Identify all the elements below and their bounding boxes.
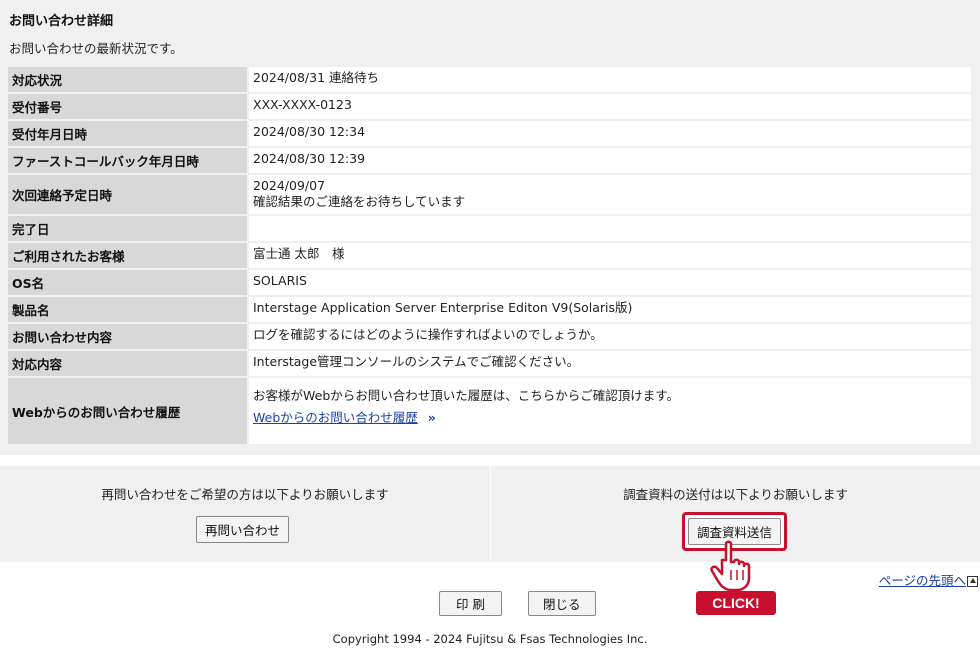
row-value-received-at: 2024/08/30 12:34 — [249, 121, 971, 146]
arrow-up-icon[interactable] — [967, 576, 978, 587]
row-value-status: 2024/08/31 連絡待ち — [249, 67, 971, 92]
table-row: OS名 SOLARIS — [8, 270, 971, 295]
page-title: お問い合わせ詳細 — [9, 14, 114, 29]
inquiry-detail-panel: お問い合わせ詳細 お問い合わせの最新状況です。 対応状況 2024/08/31 … — [0, 0, 980, 455]
web-history-description: お客様がWebからお問い合わせ頂いた履歴は、こちらからご確認頂けます。 — [253, 388, 680, 403]
table-row: お問い合わせ内容 ログを確認するにはどのように操作すればよいのでしょうか。 — [8, 324, 971, 349]
click-callout: CLICK! — [696, 591, 776, 615]
row-label-customer: ご利用されたお客様 — [8, 243, 249, 268]
table-row: 受付番号 XXX-XXXX-0123 — [8, 94, 971, 119]
table-row: 受付年月日時 2024/08/30 12:34 — [8, 121, 971, 146]
hand-pointer-icon — [710, 540, 751, 592]
table-row: Webからのお問い合わせ履歴 お客様がWebからお問い合わせ頂いた履歴は、こちら… — [8, 378, 971, 444]
next-contact-note: 確認結果のご連絡をお待ちしています — [253, 194, 466, 209]
page-subtitle: お問い合わせの最新状況です。 — [9, 41, 183, 56]
row-value-inquiry-content: ログを確認するにはどのように操作すればよいのでしょうか。 — [249, 324, 971, 349]
reinquiry-section: 再問い合わせをご希望の方は以下よりお願いします 再問い合わせ — [0, 466, 490, 562]
detail-table: 対応状況 2024/08/31 連絡待ち 受付番号 XXX-XXXX-0123 … — [8, 65, 971, 446]
row-label-os: OS名 — [8, 270, 249, 295]
print-button[interactable]: 印 刷 — [439, 591, 502, 616]
double-chevron-right-icon[interactable]: » — [428, 410, 436, 425]
row-value-first-callback: 2024/08/30 12:39 — [249, 148, 971, 173]
table-row: ご利用されたお客様 富士通 太郎 様 — [8, 243, 971, 268]
table-row: 製品名 Interstage Application Server Enterp… — [8, 297, 971, 322]
reinquiry-message: 再問い合わせをご希望の方は以下よりお願いします — [101, 487, 389, 502]
web-history-link[interactable]: Webからのお問い合わせ履歴 — [253, 410, 418, 425]
row-value-product: Interstage Application Server Enterprise… — [249, 297, 971, 322]
row-value-os: SOLARIS — [249, 270, 971, 295]
table-row: 次回連絡予定日時 2024/09/07 確認結果のご連絡をお待ちしています — [8, 175, 971, 214]
row-value-web-history: お客様がWebからお問い合わせ頂いた履歴は、こちらからご確認頂けます。 Webか… — [249, 378, 971, 444]
row-label-receipt-number: 受付番号 — [8, 94, 249, 119]
back-to-top-label[interactable]: ページの先頭へ — [879, 573, 966, 588]
row-label-first-callback: ファーストコールバック年月日時 — [8, 148, 249, 173]
back-to-top-link[interactable]: ページの先頭へ — [879, 570, 978, 589]
row-value-next-contact: 2024/09/07 確認結果のご連絡をお待ちしています — [249, 175, 971, 214]
row-label-web-history: Webからのお問い合わせ履歴 — [8, 378, 249, 444]
row-value-receipt-number: XXX-XXXX-0123 — [249, 94, 971, 119]
send-material-message: 調査資料の送付は以下よりお願いします — [623, 487, 848, 502]
next-contact-date: 2024/09/07 — [253, 178, 326, 193]
table-row: 完了日 — [8, 216, 971, 241]
table-row: ファーストコールバック年月日時 2024/08/30 12:39 — [8, 148, 971, 173]
row-value-completed-date — [249, 216, 971, 241]
table-row: 対応内容 Interstage管理コンソールのシステムでご確認ください。 — [8, 351, 971, 376]
action-panel: 再問い合わせをご希望の方は以下よりお願いします 再問い合わせ 調査資料の送付は以… — [0, 466, 980, 562]
row-label-status: 対応状況 — [8, 67, 249, 92]
row-label-received-at: 受付年月日時 — [8, 121, 249, 146]
row-label-response: 対応内容 — [8, 351, 249, 376]
reinquiry-button[interactable]: 再問い合わせ — [196, 516, 290, 543]
row-value-customer: 富士通 太郎 様 — [249, 243, 971, 268]
web-history-link-wrap: Webからのお問い合わせ履歴 » — [253, 410, 967, 426]
close-button[interactable]: 閉じる — [528, 591, 596, 616]
row-label-product: 製品名 — [8, 297, 249, 322]
row-label-completed-date: 完了日 — [8, 216, 249, 241]
table-row: 対応状況 2024/08/31 連絡待ち — [8, 67, 971, 92]
copyright: Copyright 1994 - 2024 Fujitsu & Fsas Tec… — [332, 632, 648, 646]
row-label-next-contact: 次回連絡予定日時 — [8, 175, 249, 214]
row-value-response: Interstage管理コンソールのシステムでご確認ください。 — [249, 351, 971, 376]
row-label-inquiry-content: お問い合わせ内容 — [8, 324, 249, 349]
